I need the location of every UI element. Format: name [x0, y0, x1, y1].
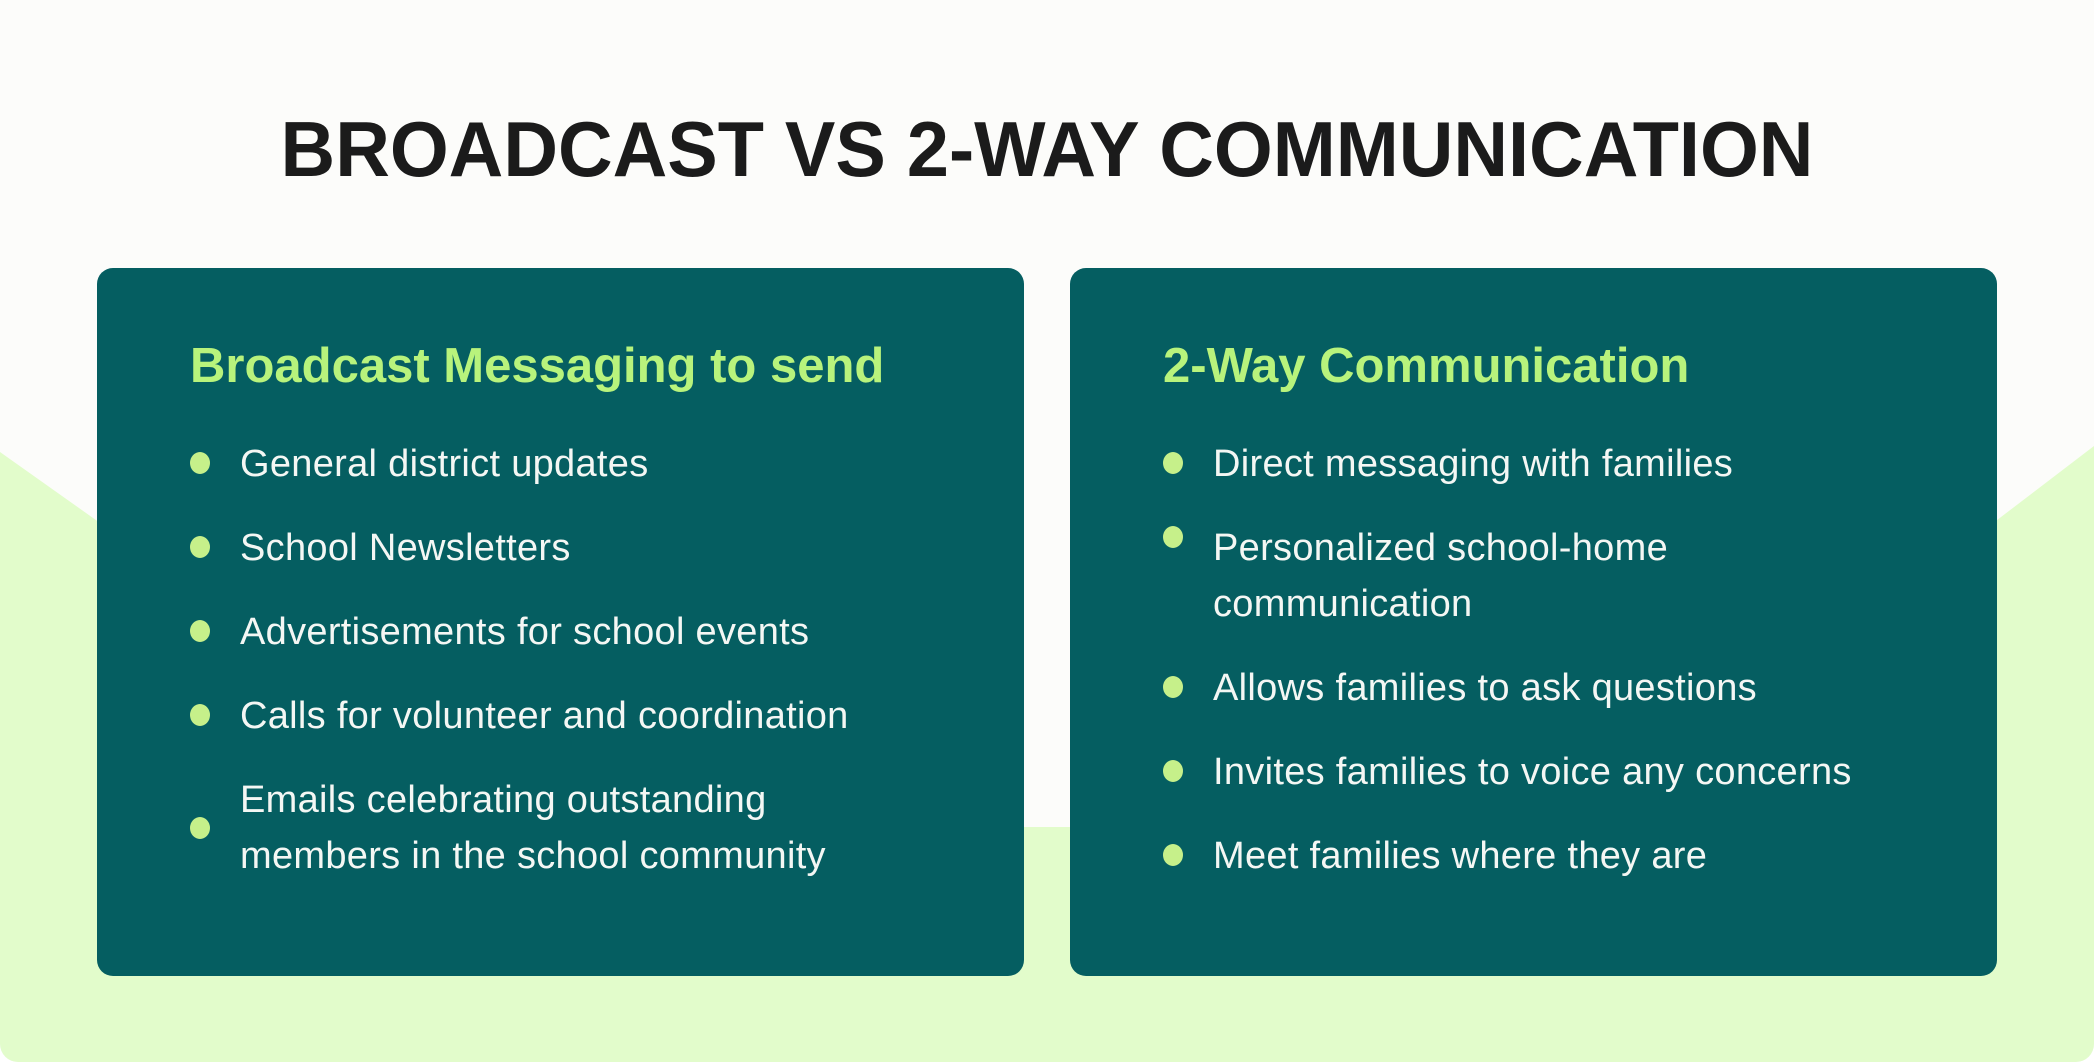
bullet-dot-icon: [1163, 676, 1183, 698]
list-item-text: Invites families to voice any concerns: [1213, 751, 1852, 793]
broadcast-list: General district updates School Newslett…: [190, 436, 1024, 884]
list-item-text: Allows families to ask questions: [1213, 667, 1757, 709]
list-item: Direct messaging with families: [1163, 436, 1997, 492]
infographic-canvas: BROADCAST VS 2-WAY COMMUNICATION Broadca…: [0, 0, 2094, 1062]
broadcast-card-title: Broadcast Messaging to send: [190, 339, 885, 393]
list-item-text: Meet families where they are: [1213, 835, 1708, 877]
list-item-text: Emails celebrating outstanding members i…: [240, 779, 826, 877]
two-way-list: Direct messaging with families Personali…: [1163, 436, 1997, 884]
bullet-dot-icon: [190, 536, 210, 558]
two-way-card: 2-Way Communication Direct messaging wit…: [1070, 268, 1997, 976]
two-way-card-title: 2-Way Communication: [1163, 339, 1690, 393]
bullet-dot-icon: [190, 817, 210, 839]
list-item-text: Personalized school-home communication: [1213, 527, 1668, 625]
list-item: Meet families where they are: [1163, 828, 1997, 884]
list-item-text: Calls for volunteer and coordination: [240, 695, 849, 737]
bullet-dot-icon: [190, 452, 210, 474]
list-item-text: Direct messaging with families: [1213, 443, 1734, 485]
list-item: Advertisements for school events: [190, 604, 1024, 660]
list-item: General district updates: [190, 436, 1024, 492]
list-item-text: Advertisements for school events: [240, 611, 810, 653]
bullet-dot-icon: [190, 704, 210, 726]
list-item: School Newsletters: [190, 520, 1024, 576]
list-item-text: School Newsletters: [240, 527, 571, 569]
list-item: Emails celebrating outstanding members i…: [190, 772, 1024, 884]
bullet-dot-icon: [1163, 526, 1183, 548]
bullet-dot-icon: [190, 620, 210, 642]
bullet-dot-icon: [1163, 452, 1183, 474]
bullet-dot-icon: [1163, 844, 1183, 866]
list-item: Invites families to voice any concerns: [1163, 744, 1997, 800]
list-item: Allows families to ask questions: [1163, 660, 1997, 716]
bullet-dot-icon: [1163, 760, 1183, 782]
page-title: BROADCAST VS 2-WAY COMMUNICATION: [280, 105, 1814, 193]
list-item: Personalized school-home communication: [1163, 520, 1997, 632]
list-item-text: General district updates: [240, 443, 649, 485]
list-item: Calls for volunteer and coordination: [190, 688, 1024, 744]
broadcast-card: Broadcast Messaging to send General dist…: [97, 268, 1024, 976]
